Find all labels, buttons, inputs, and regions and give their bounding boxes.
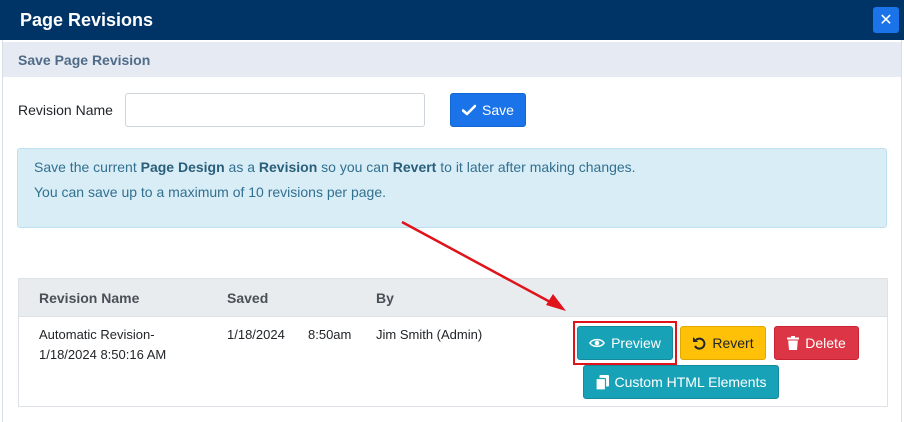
custom-html-elements-button-label: Custom HTML Elements: [614, 374, 767, 390]
saved-date-cell: 1/18/2024: [227, 327, 285, 342]
revision-name-input[interactable]: [125, 93, 425, 127]
save-section-header: Save Page Revision: [3, 42, 901, 77]
copy-icon: [595, 374, 609, 390]
undo-icon: [692, 336, 706, 350]
revert-button[interactable]: Revert: [680, 326, 766, 360]
check-icon: [462, 104, 477, 116]
info-line-1: Save the current Page Design as a Revisi…: [34, 159, 636, 175]
close-button[interactable]: ✕: [873, 7, 899, 33]
revisions-table: Revision Name Saved By Automatic Revisio…: [18, 278, 888, 407]
saved-by-cell: Jim Smith (Admin): [376, 327, 483, 342]
close-icon: ✕: [879, 12, 893, 29]
revision-name-cell: Automatic Revision- 1/18/2024 8:50:16 AM: [39, 327, 167, 362]
delete-button[interactable]: Delete: [774, 326, 859, 360]
info-line-2: You can save up to a maximum of 10 revis…: [34, 184, 387, 200]
custom-html-elements-button[interactable]: Custom HTML Elements: [583, 365, 779, 399]
revision-name-label: Revision Name: [18, 102, 113, 118]
dialog-body: Save Page Revision Revision Name Save Sa…: [2, 40, 902, 422]
column-header-revision-name: Revision Name: [39, 290, 140, 306]
dialog-title: Page Revisions: [20, 9, 154, 30]
revert-button-label: Revert: [712, 335, 754, 351]
save-button-label: Save: [482, 102, 514, 118]
info-alert: Save the current Page Design as a Revisi…: [17, 148, 887, 228]
column-header-saved: Saved: [227, 290, 269, 306]
delete-button-label: Delete: [805, 335, 846, 351]
preview-button-label: Preview: [611, 335, 661, 351]
saved-time-cell: 8:50am: [308, 327, 352, 342]
dialog-titlebar: Page Revisions ✕: [0, 0, 904, 40]
eye-icon: [589, 337, 606, 349]
trash-icon: [787, 336, 800, 350]
column-header-by: By: [376, 290, 394, 306]
save-button[interactable]: Save: [450, 93, 526, 127]
table-header-row: Revision Name Saved By: [19, 279, 887, 317]
page-revisions-dialog: Page Revisions ✕ Save Page Revision Revi…: [0, 0, 904, 422]
preview-button[interactable]: Preview: [577, 326, 673, 360]
